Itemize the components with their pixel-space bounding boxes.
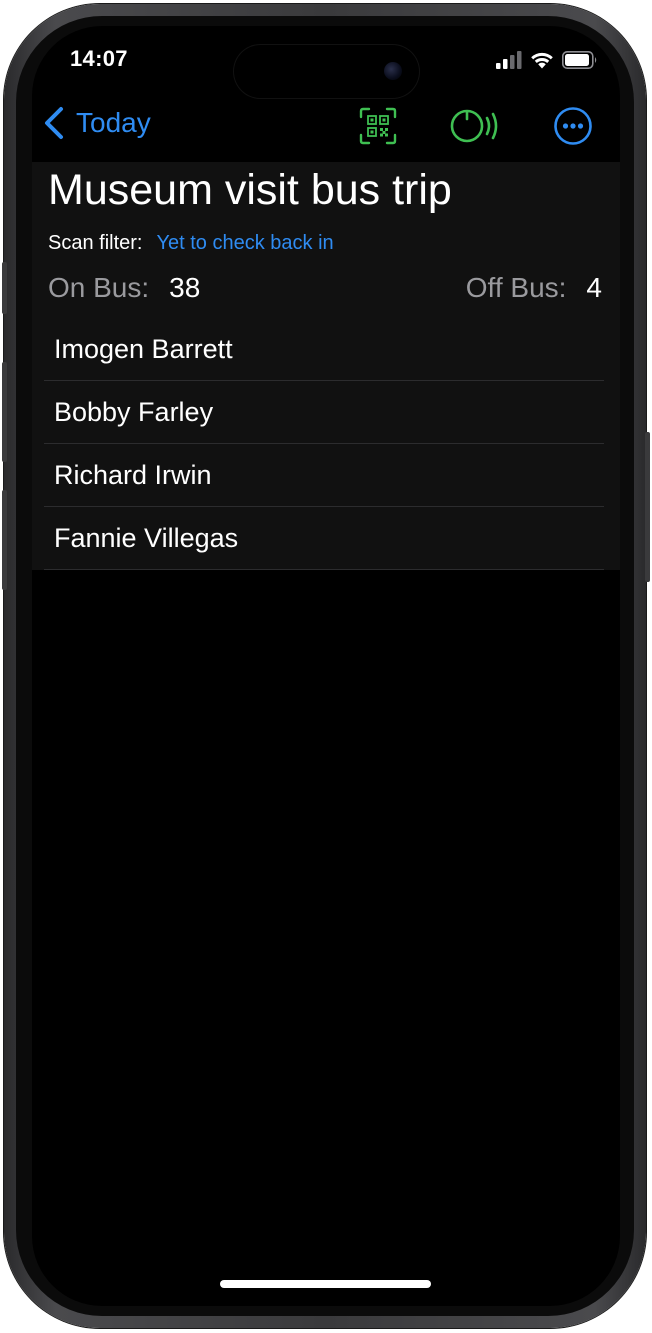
nfc-scan-icon[interactable] [450,106,502,146]
passenger-name: Richard Irwin [54,459,212,490]
status-icons [496,50,598,70]
bus-count-row: On Bus: 38 Off Bus: 4 [48,272,602,304]
list-item[interactable]: Imogen Barrett [44,318,604,381]
scan-filter-label: Scan filter: [48,232,143,254]
list-item[interactable]: Bobby Farley [44,381,604,444]
passenger-list: Imogen Barrett Bobby Farley Richard Irwi… [32,318,620,570]
action-button [2,262,7,314]
off-bus-value: 4 [586,272,602,303]
page-title: Museum visit bus trip [48,166,452,214]
front-camera [384,62,402,80]
on-bus-count: On Bus: 38 [48,272,200,304]
back-label: Today [76,107,151,138]
off-bus-label: Off Bus: [465,272,567,303]
power-button [645,432,650,582]
on-bus-value: 38 [169,272,201,303]
on-bus-label: On Bus: [48,272,150,303]
status-time: 14:07 [70,46,128,71]
home-indicator[interactable] [220,1280,431,1288]
list-item[interactable]: Fannie Villegas [44,507,604,570]
passenger-name: Imogen Barrett [54,333,233,364]
scan-filter-value[interactable]: Yet to check back in [156,232,333,255]
off-bus-count: Off Bus: 4 [466,272,602,304]
qr-code-icon[interactable] [358,106,398,146]
battery-icon [562,51,597,69]
passenger-name: Fannie Villegas [54,522,239,553]
trip-header: Museum visit bus trip Scan filter: Yet t… [32,162,620,320]
navigation-bar: Today [32,104,620,148]
volume-up-button [2,362,7,462]
chevron-left-icon [45,107,63,139]
more-icon[interactable] [553,106,593,146]
scan-filter-row: Scan filter: Yet to check back in [48,232,334,255]
wifi-icon [531,52,553,69]
signal-icon [496,51,522,69]
back-button[interactable]: Today [42,106,151,140]
screen: 14:07 Today Museum visit bus trip Scan f… [32,26,620,1306]
passenger-name: Bobby Farley [54,396,214,427]
dynamic-island [233,44,420,99]
list-item[interactable]: Richard Irwin [44,444,604,507]
volume-down-button [2,490,7,590]
